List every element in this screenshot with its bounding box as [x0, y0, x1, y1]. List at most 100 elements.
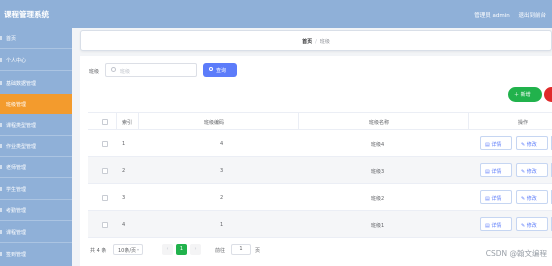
detail-button[interactable]: ▤ 详情: [480, 217, 512, 231]
edit-button[interactable]: ✎ 修改: [516, 190, 548, 204]
sidebar-item-class[interactable]: 班级管理: [0, 94, 72, 114]
bullet-icon: [0, 144, 2, 148]
search-label: 班级: [89, 69, 100, 75]
table-header: 索引 班级编码 班级名称 操作: [88, 112, 552, 130]
row-name: 班级2: [371, 196, 385, 202]
bullet-icon: [0, 252, 2, 256]
row-code: 3: [220, 168, 224, 174]
bullet-icon: [0, 123, 2, 127]
detail-button[interactable]: ▤ 详情: [480, 163, 512, 177]
row-name: 班级3: [371, 169, 385, 175]
sidebar-item-attendance[interactable]: 考勤管理: [0, 200, 72, 220]
query-button[interactable]: 查询: [203, 63, 237, 77]
row-code: 4: [220, 141, 224, 147]
breadcrumb-home[interactable]: 首页: [302, 39, 312, 45]
header-ops: 操作: [518, 120, 529, 126]
document-icon: ▤: [485, 169, 490, 175]
edit-button[interactable]: ✎ 修改: [516, 136, 548, 150]
search-input[interactable]: 班级: [105, 63, 197, 77]
page-suffix-label: 页: [255, 248, 261, 254]
app-title: 课程管理系统: [4, 10, 49, 19]
sidebar-item-student[interactable]: 学生管理: [0, 179, 72, 199]
plus-icon: ＋: [514, 92, 520, 98]
detail-button[interactable]: ▤ 详情: [480, 190, 512, 204]
prev-page-button[interactable]: ‹: [162, 244, 173, 255]
divider: [138, 113, 139, 129]
goto-page-input[interactable]: 1: [231, 244, 251, 255]
table-row: 3 2 班级2 ▤ 详情 ✎ 修改: [88, 184, 552, 211]
next-page-button[interactable]: ›: [190, 244, 201, 255]
bullet-icon: [0, 58, 2, 62]
bullet-icon: [0, 36, 2, 40]
breadcrumb-current: 班级: [319, 39, 330, 45]
pencil-icon: ✎: [521, 142, 526, 148]
divider: [0, 70, 72, 71]
divider: [468, 113, 469, 129]
detail-button[interactable]: ▤ 详情: [480, 136, 512, 150]
row-checkbox[interactable]: [102, 141, 108, 147]
row-index: 2: [122, 168, 126, 174]
document-icon: ▤: [485, 142, 490, 148]
header-code: 班级编码: [204, 120, 225, 126]
bullet-icon: [0, 230, 2, 234]
pencil-icon: ✎: [521, 169, 526, 175]
row-index: 1: [122, 141, 126, 147]
sidebar-item-checkin[interactable]: 签到管理: [0, 244, 72, 264]
document-icon: ▤: [485, 223, 490, 229]
pencil-icon: ✎: [521, 196, 526, 202]
header-index: 索引: [122, 120, 133, 126]
pagination-total: 共 4 条: [90, 248, 107, 254]
chevron-down-icon: ▾: [136, 247, 139, 252]
row-name: 班级4: [371, 142, 385, 148]
table-row: 2 3 班级3 ▤ 详情 ✎ 修改: [88, 157, 552, 184]
sidebar-item-profile[interactable]: 个人中心: [0, 50, 72, 70]
page-number-current[interactable]: 1: [176, 244, 187, 255]
breadcrumb: 首页 / 班级: [80, 30, 552, 51]
select-all-checkbox[interactable]: [102, 119, 108, 125]
sidebar: 首页 个人中心 基础数据管理 班级管理 课程类型管理 作业类型管理 老师管理 学…: [0, 28, 72, 266]
search-icon: [111, 67, 116, 72]
divider: [116, 113, 117, 129]
pagination: 共 4 条 10条/页 ▾ ‹ 1 › 前往 1 页: [88, 244, 552, 256]
row-checkbox[interactable]: [102, 195, 108, 201]
top-bar: 课程管理系统 管理员 admin 退出到前台: [0, 0, 552, 28]
delete-button[interactable]: [544, 87, 552, 102]
row-index: 4: [122, 222, 126, 228]
row-code: 1: [220, 222, 224, 228]
bullet-icon: [0, 187, 2, 191]
edit-button[interactable]: ✎ 修改: [516, 217, 548, 231]
row-code: 2: [220, 195, 224, 201]
bullet-icon: [0, 208, 2, 212]
table-row: 4 1 班级1 ▤ 详情 ✎ 修改: [88, 211, 552, 238]
sidebar-item-teacher[interactable]: 老师管理: [0, 157, 72, 177]
pencil-icon: ✎: [521, 223, 526, 229]
sidebar-item-base-data[interactable]: 基础数据管理: [0, 73, 72, 93]
row-index: 3: [122, 195, 126, 201]
admin-label: 管理员 admin: [474, 13, 510, 19]
sidebar-item-homework-type[interactable]: 作业类型管理: [0, 136, 72, 156]
chevron-right-icon: ›: [194, 246, 197, 252]
divider: [298, 113, 299, 129]
bullet-icon: [0, 165, 2, 169]
sidebar-item-course[interactable]: 课程管理: [0, 222, 72, 242]
header-name: 班级名称: [369, 120, 390, 126]
chevron-left-icon: ‹: [166, 246, 169, 252]
add-button[interactable]: ＋ 新增: [508, 87, 542, 102]
divider: [0, 48, 72, 49]
watermark: CSDN @翰文编程: [485, 249, 547, 258]
row-checkbox[interactable]: [102, 222, 108, 228]
row-checkbox[interactable]: [102, 168, 108, 174]
edit-button[interactable]: ✎ 修改: [516, 163, 548, 177]
goto-label: 前往: [215, 248, 226, 254]
divider: [0, 177, 72, 178]
top-right-links: 管理员 admin 退出到前台: [467, 11, 546, 19]
sidebar-item-home[interactable]: 首页: [0, 28, 72, 48]
bullet-icon: [0, 81, 2, 85]
breadcrumb-separator: /: [315, 39, 317, 45]
divider: [0, 220, 72, 221]
row-name: 班级1: [371, 223, 385, 229]
document-icon: ▤: [485, 196, 490, 202]
page-size-select[interactable]: 10条/页 ▾: [113, 244, 143, 255]
logout-link[interactable]: 退出到前台: [518, 13, 546, 19]
sidebar-item-course-type[interactable]: 课程类型管理: [0, 115, 72, 135]
